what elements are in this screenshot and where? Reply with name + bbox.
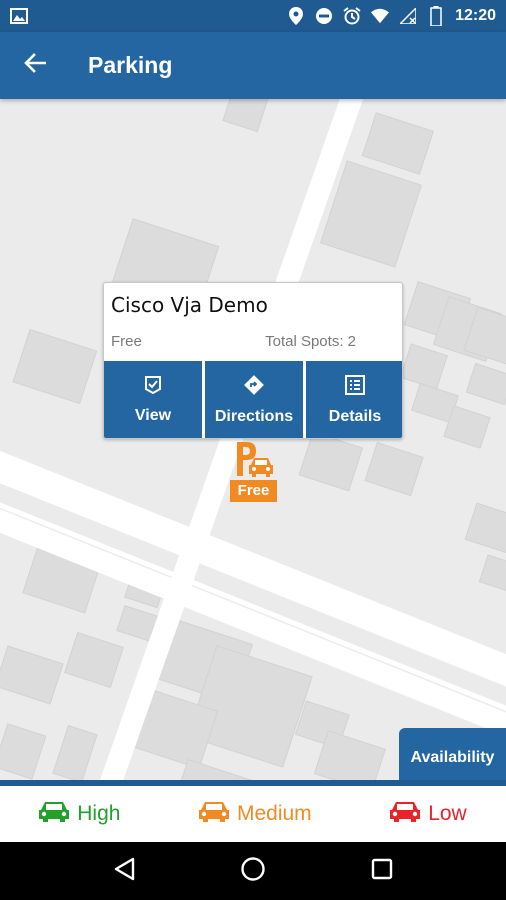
details-list-icon (345, 375, 365, 400)
parking-marker[interactable]: Free (230, 438, 278, 502)
popup-price: Free (111, 333, 142, 350)
battery-icon (427, 6, 445, 26)
home-circle-icon (240, 856, 266, 887)
nav-back-button[interactable] (104, 851, 144, 891)
car-icon (39, 800, 70, 828)
nav-home-button[interactable] (233, 851, 273, 891)
car-icon (198, 800, 229, 828)
popup-actions: View Directions Details (104, 361, 402, 438)
image-icon (10, 7, 28, 25)
app-bar: Parking (0, 32, 506, 99)
system-nav-bar (0, 842, 506, 900)
legend-item-medium: Medium (198, 800, 312, 828)
popup-title: Cisco Vja Demo (111, 293, 268, 317)
arrow-left-icon (24, 53, 47, 78)
alarm-icon (343, 7, 361, 25)
availability-tab[interactable]: Availability (399, 728, 506, 788)
popup-details-row: Free Total Spots: 2 (104, 323, 402, 361)
do-not-disturb-icon (315, 7, 333, 25)
directions-icon (244, 375, 264, 400)
recents-square-icon (371, 858, 393, 885)
view-label: View (134, 407, 172, 424)
nav-recents-button[interactable] (362, 851, 402, 891)
signal-icon (399, 7, 417, 25)
status-bar: 12:20 (0, 0, 506, 32)
legend-label-high: High (77, 802, 121, 825)
legend-item-low: Low (390, 800, 467, 828)
legend-label-low: Low (428, 802, 467, 825)
parking-car-icon (237, 442, 273, 477)
directions-button[interactable]: Directions (205, 361, 303, 438)
details-label: Details (328, 408, 382, 425)
details-button[interactable]: Details (306, 361, 402, 438)
car-icon (390, 800, 421, 828)
parking-info-popup: Cisco Vja Demo Free Total Spots: 2 View … (103, 282, 403, 439)
back-triangle-icon (113, 857, 135, 886)
back-button[interactable] (0, 32, 70, 99)
status-time: 12:20 (455, 7, 496, 24)
legend-label-medium: Medium (236, 802, 312, 825)
marker-label: Free (230, 480, 277, 502)
directions-label: Directions (214, 408, 294, 425)
wifi-icon (371, 7, 390, 25)
view-check-icon (143, 376, 163, 399)
page-title: Parking (88, 52, 173, 78)
view-button[interactable]: View (104, 361, 202, 438)
location-icon (287, 7, 305, 25)
popup-total-spots: Total Spots: 2 (265, 333, 356, 350)
availability-legend: High Medium Low (0, 780, 506, 842)
availability-label: Availability (410, 749, 495, 766)
legend-item-high: High (39, 800, 120, 828)
